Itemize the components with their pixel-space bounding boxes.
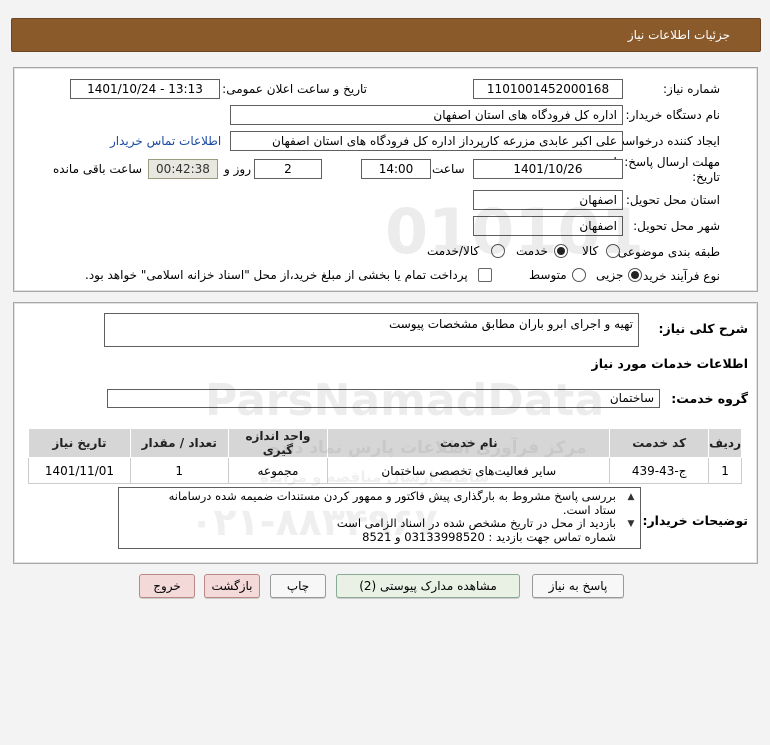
category-option-service: خدمت	[516, 244, 548, 258]
city-label: شهر محل تحویل:	[633, 219, 720, 233]
print-button[interactable]: چاپ	[270, 574, 326, 598]
services-heading: اطلاعات خدمات مورد نیاز	[591, 356, 749, 371]
buyer-notes-text: بررسی پاسخ مشروط به بارگذاری پیش فاکتور …	[121, 489, 616, 544]
deadline-time-label: ساعت	[432, 162, 465, 176]
requester-label: ایجاد کننده درخواست:	[609, 134, 720, 148]
service-group-field: ساختمان	[107, 389, 660, 408]
col-service-code: کد خدمت	[609, 428, 710, 458]
page-header: جزئیات اطلاعات نیاز	[11, 18, 761, 52]
process-radio-medium[interactable]	[572, 268, 586, 282]
process-option-minor: جزیی	[596, 268, 624, 282]
col-quantity: تعداد / مقدار	[129, 428, 229, 458]
category-radio-goods[interactable]	[606, 244, 620, 258]
requester-field: علی اکبر عابدی مزرعه کارپرداز اداره کل ف…	[230, 131, 623, 151]
buyer-notes-line: بازدید از محل در تاریخ مشخص شده در اسناد…	[336, 516, 616, 530]
exit-button[interactable]: خروج	[139, 574, 195, 598]
col-unit: واحد اندازه گیری	[227, 428, 329, 458]
deadline-label-date: تاریخ:	[692, 170, 720, 184]
description-field: تهیه و اجرای ابرو باران مطابق مشخصات پیو…	[104, 313, 639, 347]
category-radio-service[interactable]	[554, 244, 568, 258]
process-option-medium: متوسط	[529, 268, 567, 282]
cell-service-name: سایر فعالیت‌های تخصصی ساختمان	[327, 457, 611, 484]
province-field: اصفهان	[473, 190, 623, 210]
table-row: 1401/11/01 1 مجموعه سایر فعالیت‌های تخصص…	[28, 457, 742, 484]
reply-button[interactable]: پاسخ به نیاز	[532, 574, 624, 598]
process-radio-minor[interactable]	[628, 268, 642, 282]
cell-unit: مجموعه	[227, 457, 329, 484]
days-label: روز و	[224, 162, 251, 176]
category-option-goods: کالا	[582, 244, 599, 258]
col-need-date: تاریخ نیاز	[28, 428, 131, 458]
services-table-header: تاریخ نیاز تعداد / مقدار واحد اندازه گیر…	[28, 428, 742, 458]
announce-label: تاریخ و ساعت اعلان عمومی:	[222, 82, 367, 96]
scroll-up-icon[interactable]: ▲	[625, 491, 637, 503]
buyer-notes-label: توضیحات خریدار:	[642, 513, 748, 528]
cell-service-code: ج-43-439	[609, 457, 710, 484]
buyer-notes-box[interactable]: بررسی پاسخ مشروط به بارگذاری پیش فاکتور …	[118, 487, 641, 549]
page-title: جزئیات اطلاعات نیاز	[627, 28, 730, 42]
col-row: ردیف	[708, 428, 742, 458]
cell-need-date: 1401/11/01	[28, 457, 131, 484]
deadline-label: مهلت ارسال پاسخ: تا	[613, 155, 720, 169]
city-field: اصفهان	[473, 216, 623, 236]
treasury-payment-note: پرداخت تمام یا بخشی از مبلغ خرید،از محل …	[85, 268, 468, 282]
process-label: نوع فرآیند خرید :	[635, 269, 720, 283]
back-button[interactable]: بازگشت	[204, 574, 260, 598]
announce-field: 1401/10/24 - 13:13	[70, 79, 220, 99]
buyer-contact-link[interactable]: اطلاعات تماس خریدار	[110, 134, 221, 148]
service-group-label: گروه خدمت:	[671, 391, 748, 406]
buyer-notes-line: شماره تماس جهت بازدید : 03133998520 و 85…	[362, 529, 616, 544]
province-label: استان محل تحویل:	[625, 193, 720, 207]
scroll-down-icon[interactable]: ▼	[625, 518, 637, 530]
attachments-button[interactable]: مشاهده مدارک پیوستی (2)	[336, 574, 520, 598]
description-label: شرح کلی نیاز:	[658, 321, 748, 336]
remaining-timer: 00:42:38	[148, 159, 218, 179]
need-number-field: 1101001452000168	[473, 79, 623, 99]
col-service-name: نام خدمت	[327, 428, 611, 458]
buyer-notes-line: بررسی پاسخ مشروط به بارگذاری پیش فاکتور …	[168, 489, 616, 503]
days-field: 2	[254, 159, 322, 179]
deadline-time-field: 14:00	[361, 159, 431, 179]
remaining-label: ساعت باقی مانده	[53, 162, 143, 176]
treasury-payment-checkbox[interactable]	[478, 268, 492, 282]
buyer-notes-line: ستاد است.	[562, 502, 616, 517]
buyer-org-label: نام دستگاه خریدار:	[625, 108, 721, 122]
buyer-org-field: اداره کل فرودگاه های استان اصفهان	[230, 105, 623, 125]
cell-quantity: 1	[129, 457, 229, 484]
category-radio-goods-service[interactable]	[491, 244, 505, 258]
services-table: تاریخ نیاز تعداد / مقدار واحد اندازه گیر…	[28, 428, 742, 484]
category-option-goods-service: کالا/خدمت	[427, 244, 480, 258]
deadline-date-field: 1401/10/26	[473, 159, 623, 179]
cell-row: 1	[708, 457, 742, 484]
category-label: طبقه بندی موضوعی:	[613, 245, 720, 259]
need-number-label: شماره نیاز:	[663, 82, 720, 96]
